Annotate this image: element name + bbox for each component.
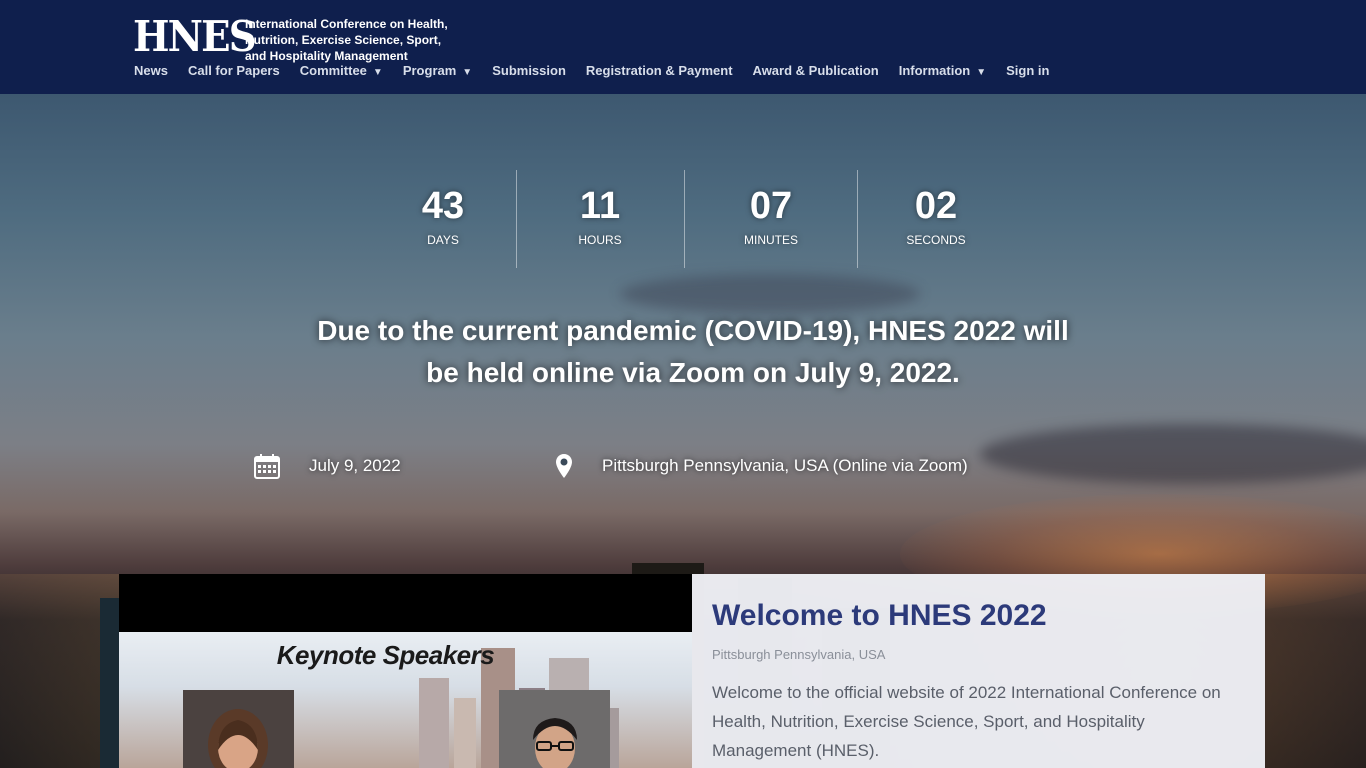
keynote-speakers-image: Keynote Speakers (119, 632, 692, 768)
countdown-hours-value: 11 (579, 185, 621, 227)
location-pin-icon (554, 452, 574, 480)
logo-subtitle-line: International Conference on Health, (245, 17, 448, 31)
countdown-days: 43 DAYS (378, 170, 508, 268)
nav-item-submission[interactable]: Submission (492, 62, 566, 82)
nav-label: Registration & Payment (585, 63, 733, 78)
nav-item-sign-in[interactable]: Sign in (1006, 62, 1049, 82)
notice-line: Due to the current pandemic (COVID-19), … (317, 315, 1069, 346)
logo-mark: HNES (133, 12, 257, 61)
countdown-seconds: 02 SECONDS (871, 170, 1001, 268)
nav-label: News (134, 63, 168, 78)
nav-item-program[interactable]: Program ▼ (403, 62, 472, 82)
countdown-minutes: 07 MINUTES (706, 170, 836, 268)
nav-label: Information (898, 63, 971, 78)
nav-item-committee[interactable]: Committee ▼ (300, 62, 383, 82)
welcome-subtitle: Pittsburgh Pennsylvania, USA (712, 647, 886, 662)
countdown-seconds-value: 02 (914, 185, 958, 227)
chevron-down-icon: ▼ (462, 67, 473, 78)
nav-item-call-for-papers[interactable]: Call for Papers (188, 62, 280, 82)
pandemic-notice: Due to the current pandemic (COVID-19), … (233, 310, 1153, 394)
event-location-text: Pittsburgh Pennsylvania, USA (Online via… (602, 456, 968, 475)
nav-label: Award & Publication (752, 63, 879, 78)
countdown-seconds-label: SECONDS (906, 233, 966, 247)
countdown-minutes-value: 07 (749, 185, 793, 227)
nav-item-award-publication[interactable]: Award & Publication (753, 62, 879, 82)
keynote-title: Keynote Speakers (276, 640, 495, 670)
speaker-photo (183, 690, 294, 768)
countdown-hours: 11 HOURS (535, 170, 665, 268)
skyline-decoration (454, 698, 476, 768)
main-nav: News Call for Papers Committee ▼ Program ▼… (134, 62, 1069, 82)
event-info: July 9, 2022 Pittsburgh Pennsylvania, US… (0, 452, 1366, 482)
nav-label: Submission (492, 63, 566, 78)
countdown-minutes-label: MINUTES (744, 233, 798, 247)
logo-subtitle-line: Nutrition, Exercise Science, Sport, (245, 33, 442, 47)
countdown-divider (684, 170, 685, 268)
welcome-body: Welcome to the official website of 2022 … (712, 683, 1221, 760)
countdown-days-value: 43 (421, 185, 465, 227)
logo-subtitle: International Conference on Health, Nutr… (245, 16, 465, 64)
cloud-decoration (620, 274, 920, 314)
skyline-decoration (419, 678, 449, 768)
site-header: HNES International Conference on Health,… (0, 0, 1366, 94)
nav-label: Program (402, 63, 457, 78)
countdown-hours-label: HOURS (578, 233, 622, 247)
welcome-panel: Welcome to HNES 2022 Pittsburgh Pennsylv… (692, 574, 1265, 768)
countdown-divider (516, 170, 517, 268)
nav-label: Sign in (1006, 63, 1050, 78)
countdown-divider (857, 170, 858, 268)
event-date: July 9, 2022 (253, 452, 401, 480)
nav-item-information[interactable]: Information ▼ (899, 62, 986, 82)
event-location: Pittsburgh Pennsylvania, USA (Online via… (554, 452, 968, 480)
countdown-timer: 43 DAYS 11 HOURS 07 MINUTES 02 SECONDS (0, 170, 1366, 268)
speaker-photo (499, 690, 610, 768)
countdown-days-label: DAYS (427, 233, 459, 247)
chevron-down-icon: ▼ (372, 67, 383, 78)
notice-line: be held online via Zoom on July 9, 2022. (426, 357, 960, 388)
keynote-video-panel[interactable]: Keynote Speakers (119, 574, 692, 768)
nav-item-news[interactable]: News (134, 62, 168, 82)
nav-label: Committee (299, 63, 367, 78)
calendar-icon (253, 452, 281, 480)
event-date-text: July 9, 2022 (309, 456, 401, 475)
site-logo[interactable]: HNES International Conference on Health,… (133, 16, 465, 64)
nav-label: Call for Papers (187, 63, 280, 78)
chevron-down-icon: ▼ (976, 67, 987, 78)
welcome-title: Welcome to HNES 2022 (712, 599, 1047, 632)
nav-item-registration-payment[interactable]: Registration & Payment (586, 62, 733, 82)
